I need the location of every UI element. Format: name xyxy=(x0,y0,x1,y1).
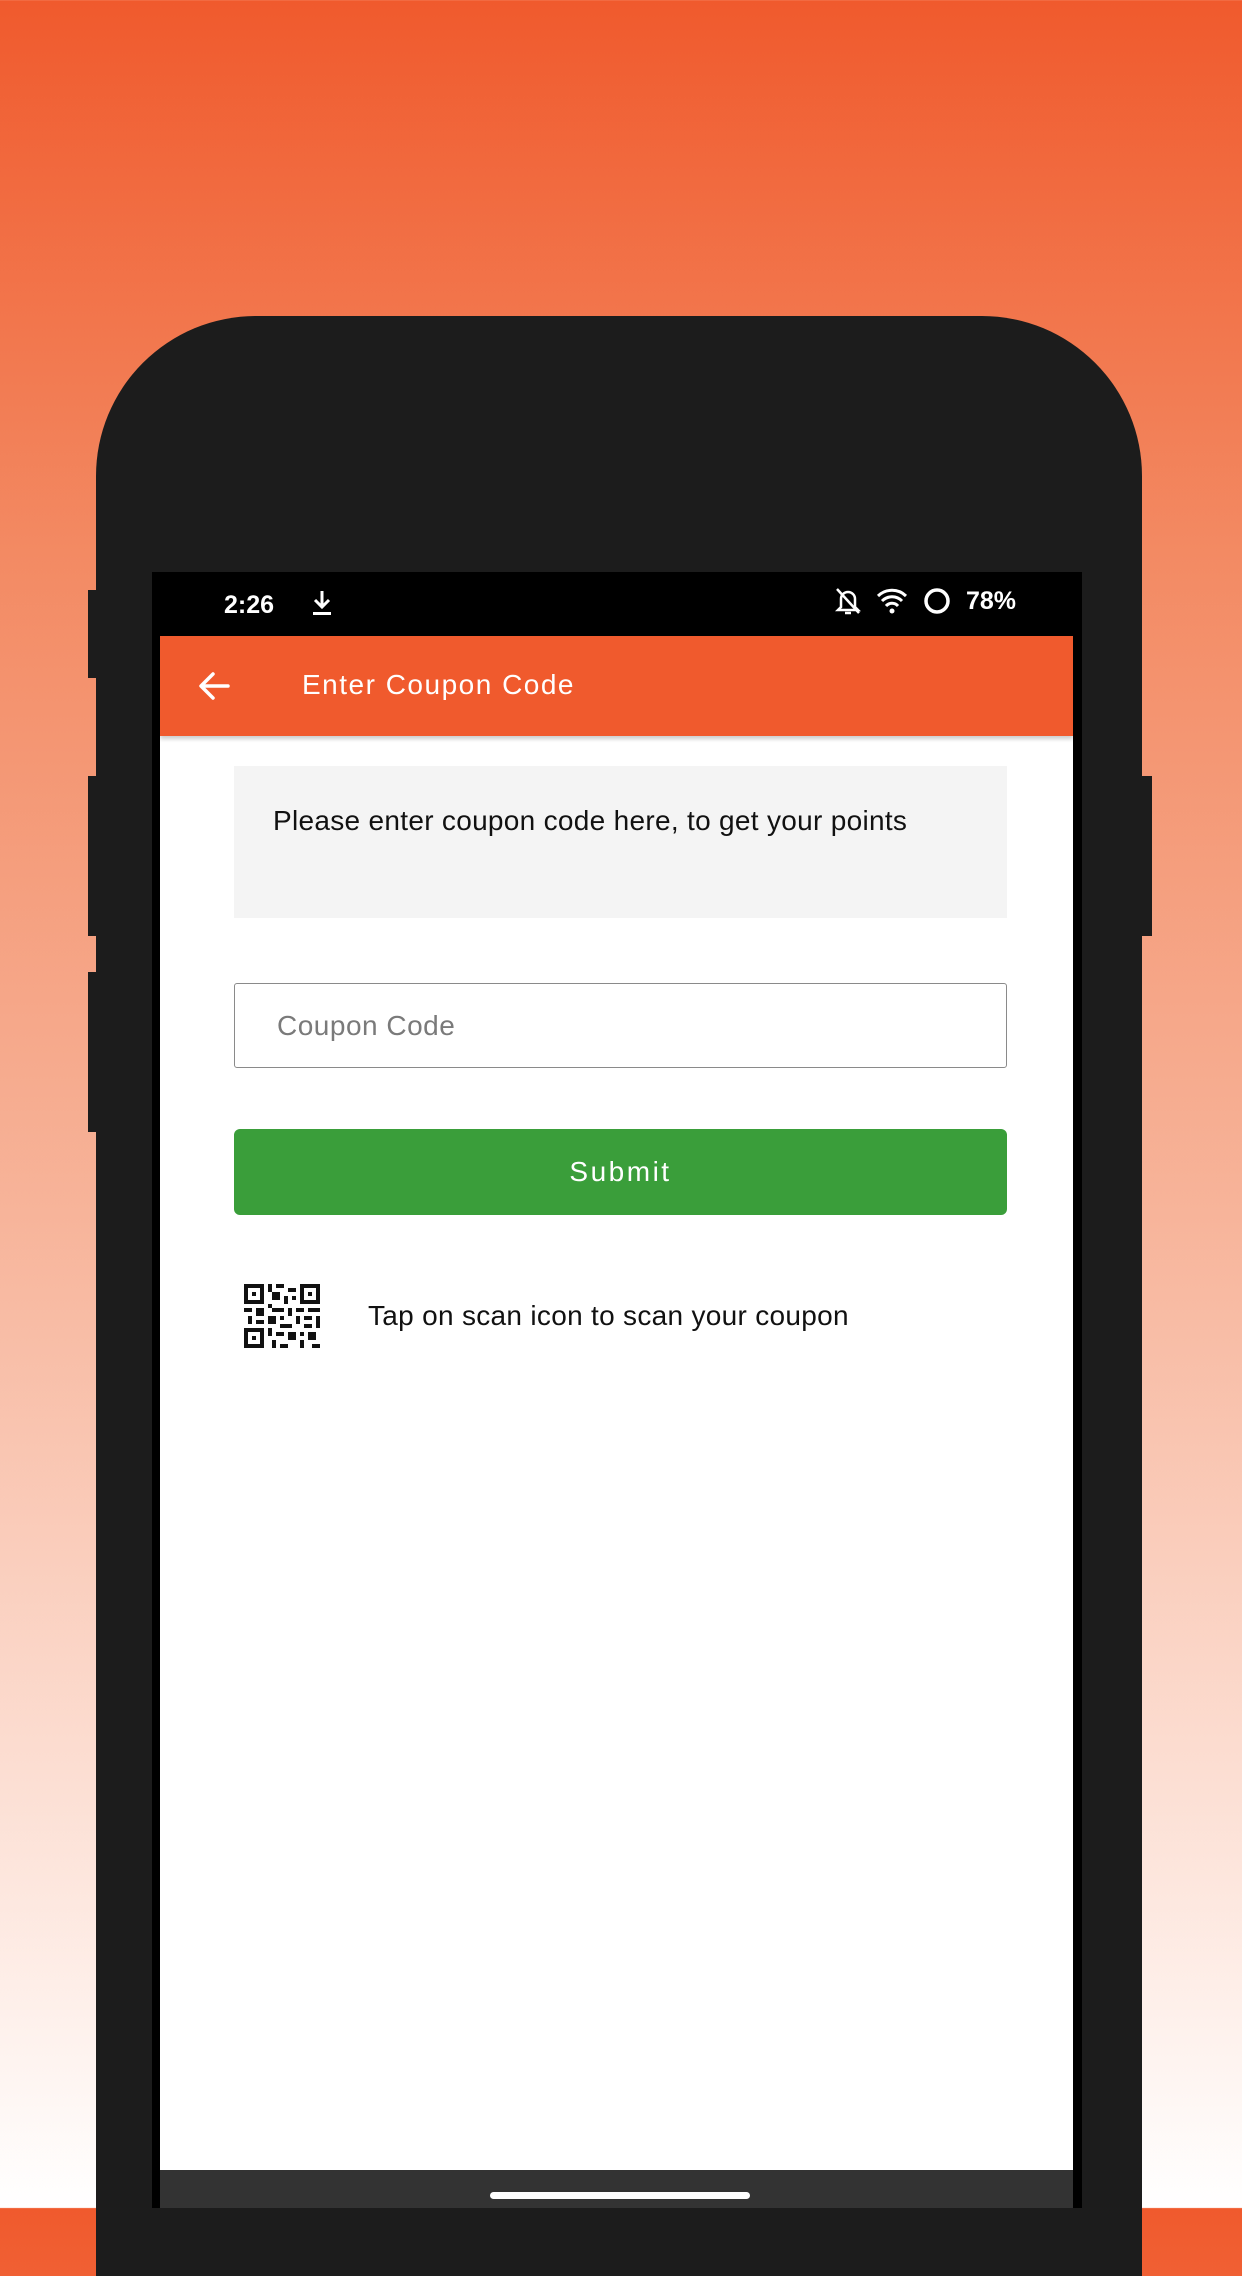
scan-instruction-text: Tap on scan icon to scan your coupon xyxy=(368,1300,849,1331)
phone-side-button xyxy=(88,590,98,678)
wifi-icon xyxy=(876,588,908,614)
arrow-left-icon[interactable] xyxy=(194,666,234,706)
navigation-bar xyxy=(160,2170,1073,2208)
submit-button[interactable]: Submit xyxy=(234,1129,1007,1215)
data-saver-icon xyxy=(924,588,950,614)
battery-percentage: 78% xyxy=(965,586,1016,615)
coupon-code-input[interactable] xyxy=(234,983,1007,1068)
phone-screen: 2:26 78% Enter Coupon Code Please enter … xyxy=(152,572,1082,2208)
page-title: Enter Coupon Code xyxy=(302,669,576,700)
phone-power-button xyxy=(1140,776,1152,936)
status-bar: 2:26 78% xyxy=(152,572,1082,636)
status-icons: 78% xyxy=(834,586,1016,616)
app-bar: Enter Coupon Code xyxy=(160,636,1073,736)
phone-side-button xyxy=(88,776,98,936)
download-icon xyxy=(313,591,331,615)
app-content: Enter Coupon Code Please enter coupon co… xyxy=(160,636,1073,2208)
qr-code-icon[interactable] xyxy=(244,1284,320,1348)
scan-coupon-row: Tap on scan icon to scan your coupon xyxy=(244,1284,1007,1350)
home-indicator[interactable] xyxy=(490,2192,750,2199)
status-time: 2:26 xyxy=(224,591,275,619)
info-message-text: Please enter coupon code here, to get yo… xyxy=(273,805,908,836)
phone-side-button xyxy=(88,972,98,1132)
notifications-off-icon xyxy=(834,588,861,615)
info-message-box: Please enter coupon code here, to get yo… xyxy=(234,766,1007,918)
